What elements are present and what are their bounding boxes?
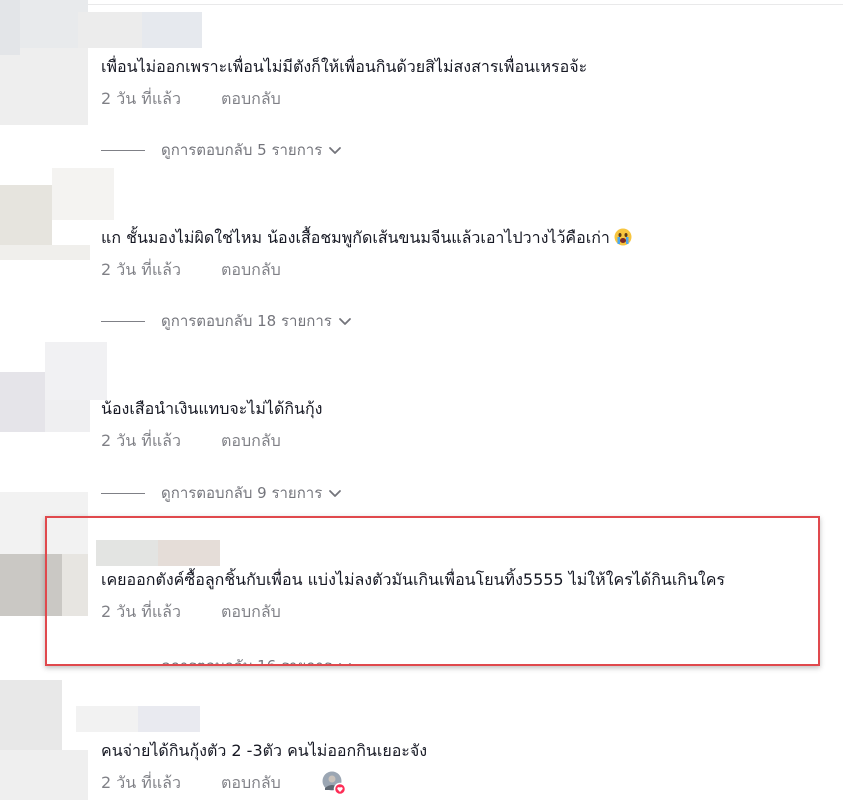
- chevron-down-icon: [329, 147, 342, 154]
- reply-button[interactable]: ตอบกลับ: [221, 87, 281, 112]
- divider: [101, 149, 145, 151]
- username-redacted: [78, 12, 142, 48]
- crying-face-emoji: [614, 228, 632, 246]
- reply-button[interactable]: ตอบกลับ: [221, 429, 281, 454]
- comment-text: น้องเสือนำเงินแทบจะไม่ได้กินกุ้ง: [101, 399, 323, 418]
- creator-avatar-heart-icon: [322, 771, 346, 795]
- avatar-redacted: [0, 245, 90, 260]
- comment-text: แก ชั้นมองไม่ผิดใช่ไหม น้องเสื้อชมพูกัดเ…: [101, 228, 610, 247]
- comment-item: เพื่อนไม่ออกเพราะเพื่อนไม่มีตังก็ให้เพื่…: [101, 56, 587, 78]
- view-replies-button[interactable]: ดูการตอบกลับ 16 รายการ: [101, 654, 352, 664]
- divider: [88, 4, 843, 5]
- avatar-redacted: [0, 554, 62, 616]
- view-replies-label: ดูการตอบกลับ 9 รายการ: [161, 484, 323, 502]
- reply-button[interactable]: ตอบกลับ: [221, 600, 281, 625]
- reply-button[interactable]: ตอบกลับ: [221, 258, 281, 283]
- username-redacted: [158, 540, 220, 566]
- highlight-box: [45, 516, 820, 666]
- view-replies-label: ดูการตอบกลับ 5 รายการ: [161, 141, 323, 159]
- avatar-redacted: [0, 750, 88, 800]
- comment-time: 2 วัน ที่แล้ว: [101, 773, 181, 792]
- view-replies-button[interactable]: ดูการตอบกลับ 5 รายการ: [101, 138, 342, 162]
- comment-item: เคยออกตังค์ซื้อลูกชิ้นกับเพื่อน แบ่งไม่ล…: [101, 569, 725, 591]
- view-replies-label: ดูการตอบกลับ 18 รายการ: [161, 312, 332, 330]
- view-replies-label: ดูการตอบกลับ 16 รายการ: [161, 654, 332, 664]
- avatar-redacted: [0, 372, 45, 432]
- comment-time: 2 วัน ที่แล้ว: [101, 260, 181, 279]
- comment-item: น้องเสือนำเงินแทบจะไม่ได้กินกุ้ง: [101, 398, 322, 420]
- avatar-redacted: [0, 492, 88, 554]
- avatar-redacted: [52, 168, 114, 220]
- view-replies-button[interactable]: ดูการตอบกลับ 9 รายการ: [101, 481, 342, 505]
- comment-time: 2 วัน ที่แล้ว: [101, 431, 181, 450]
- avatar-redacted: [0, 680, 62, 750]
- reply-button[interactable]: ตอบกลับ: [221, 771, 281, 796]
- username-redacted: [138, 706, 200, 732]
- divider: [101, 320, 145, 322]
- avatar-redacted: [45, 342, 107, 400]
- comment-text: คนจ่ายได้กินกุ้งตัว 2 -3ตัว คนไม่ออกกินเ…: [101, 741, 428, 760]
- username-redacted: [142, 12, 202, 48]
- divider: [101, 492, 145, 494]
- avatar-redacted: [0, 0, 20, 55]
- avatar-redacted: [0, 185, 52, 245]
- comment-time: 2 วัน ที่แล้ว: [101, 602, 181, 621]
- chevron-down-icon: [338, 318, 351, 325]
- comment-item: คนจ่ายได้กินกุ้งตัว 2 -3ตัว คนไม่ออกกินเ…: [101, 740, 427, 762]
- view-replies-clip: ดูการตอบกลับ 16 รายการ: [101, 650, 801, 664]
- comment-text: เพื่อนไม่ออกเพราะเพื่อนไม่มีตังก็ให้เพื่…: [101, 57, 588, 76]
- comment-item: แก ชั้นมองไม่ผิดใช่ไหม น้องเสื้อชมพูกัดเ…: [101, 227, 632, 249]
- avatar-redacted: [45, 400, 90, 432]
- comment-text: เคยออกตังค์ซื้อลูกชิ้นกับเพื่อน แบ่งไม่ล…: [101, 570, 726, 589]
- chevron-down-icon: [338, 663, 351, 664]
- chevron-down-icon: [329, 490, 342, 497]
- username-redacted: [76, 706, 138, 732]
- view-replies-button[interactable]: ดูการตอบกลับ 18 รายการ: [101, 309, 352, 333]
- avatar-redacted: [62, 554, 88, 616]
- comment-time: 2 วัน ที่แล้ว: [101, 89, 181, 108]
- username-redacted: [96, 540, 158, 566]
